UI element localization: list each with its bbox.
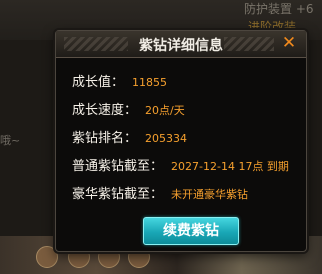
normal-expiry-row: 普通紫钻截至： 2027-12-14 17点 到期 xyxy=(72,155,289,174)
luxury-expiry-row: 豪华紫钻截至： 未开通豪华紫钻 xyxy=(72,183,248,202)
growth-speed-label: 成长速度： xyxy=(72,103,138,118)
renew-button[interactable]: 续费紫钻 xyxy=(143,217,239,245)
growth-speed-value: 20点/天 xyxy=(145,104,185,117)
luxury-expiry-value: 未开通豪华紫钻 xyxy=(171,188,249,201)
dialog-title: 紫钻详细信息 xyxy=(139,38,223,54)
normal-expiry-label: 普通紫钻截至： xyxy=(72,159,164,174)
rank-label: 紫钻排名： xyxy=(72,131,138,146)
purple-diamond-dialog: 紫钻详细信息 ✕ 成长值： 11855 成长速度： 20点/天 紫钻排名： 20533… xyxy=(55,30,307,252)
growth-value-row: 成长值： 11855 xyxy=(72,71,167,90)
dialog-titlebar: 紫钻详细信息 ✕ xyxy=(56,31,306,58)
rank-value: 205334 xyxy=(145,132,188,145)
growth-value: 11855 xyxy=(132,76,168,89)
growth-speed-row: 成长速度： 20点/天 xyxy=(72,99,185,118)
background-top-text: 防护装置 +6 xyxy=(244,2,314,16)
background-left-text: 哦~ xyxy=(0,134,21,147)
close-icon[interactable]: ✕ xyxy=(280,34,298,52)
normal-expiry-value: 2027-12-14 17点 到期 xyxy=(171,160,289,173)
luxury-expiry-label: 豪华紫钻截至： xyxy=(72,187,164,202)
rank-row: 紫钻排名： 205334 xyxy=(72,127,187,146)
growth-value-label: 成长值： xyxy=(72,75,125,90)
